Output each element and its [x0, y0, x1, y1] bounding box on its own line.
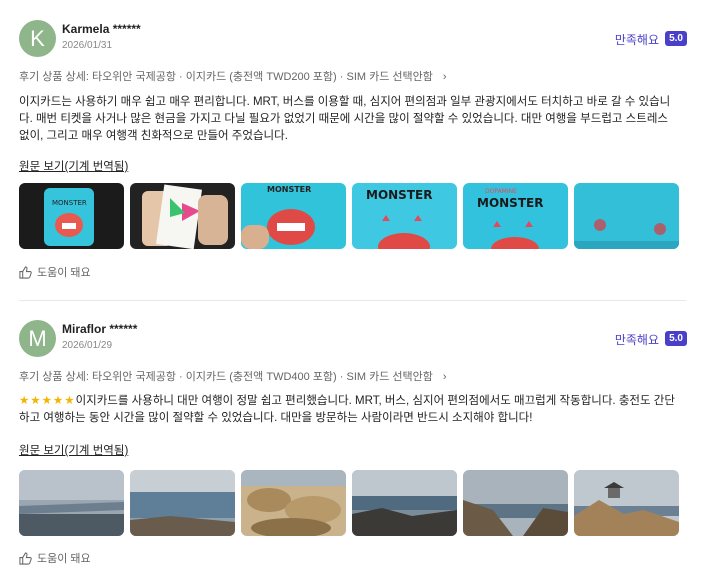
dopamine-monster-photo[interactable]: DOPAMINE MONSTER [463, 183, 568, 249]
rating-score-badge: 5.0 [665, 31, 687, 46]
sea-cliff-photo[interactable] [463, 470, 568, 536]
product-detail-text: 후기 상품 상세: 타오위안 국제공항 · 이지카드 (충전액 TWD400 포… [19, 371, 433, 383]
star-rating-icons: ★★★★★ [19, 395, 76, 407]
blurred-card-photo[interactable] [574, 183, 679, 249]
chevron-right-icon: › [442, 71, 447, 83]
rating-score-badge: 5.0 [665, 331, 687, 346]
helpful-label: 도움이 돼요 [37, 267, 91, 279]
product-detail-text: 후기 상품 상세: 타오위안 국제공항 · 이지카드 (충전액 TWD200 포… [19, 71, 433, 83]
reviewer-name: Karmela ****** [62, 22, 141, 36]
helpful-button[interactable]: 도움이 돼요 [19, 264, 91, 280]
view-original-link[interactable]: 원문 보기(기계 번역됨) [19, 442, 128, 458]
monster-card-closeup-photo[interactable]: MONSTER [241, 183, 346, 249]
coast-photo-2[interactable] [130, 470, 235, 536]
review-card: M Miraflor ****** 2026/01/29 만족해요 5.0 후기… [0, 300, 718, 576]
rocky-shore-photo[interactable] [352, 470, 457, 536]
rock-formation-photo[interactable] [241, 470, 346, 536]
thumbs-up-icon [19, 265, 32, 279]
rating-label: 만족해요 [614, 333, 659, 347]
svg-text:MONSTER: MONSTER [477, 196, 543, 210]
reviewer-name: Miraflor ****** [62, 322, 138, 336]
pavilion-cliff-photo[interactable] [574, 470, 679, 536]
photo-gallery: MONSTER MONSTER MONSTER DOPAMINE MONSTER [19, 183, 679, 249]
avatar: M [19, 320, 56, 357]
svg-text:MONSTER: MONSTER [267, 185, 311, 194]
review-date: 2026/01/29 [62, 340, 113, 351]
review-date: 2026/01/31 [62, 40, 113, 51]
product-detail-link[interactable]: 후기 상품 상세: 타오위안 국제공항 · 이지카드 (충전액 TWD200 포… [19, 68, 447, 84]
review-text: ★★★★★이지카드를 사용하니 대만 여행이 정말 쉽고 편리했습니다. MRT… [19, 393, 681, 427]
monster-card-photo[interactable]: MONSTER [19, 183, 124, 249]
view-original-link[interactable]: 원문 보기(기계 번역됨) [19, 158, 128, 174]
card-in-hand-photo[interactable] [130, 183, 235, 249]
review-body: 이지카드를 사용하니 대만 여행이 정말 쉽고 편리했습니다. MRT, 버스,… [19, 395, 675, 424]
helpful-button[interactable]: 도움이 돼요 [19, 550, 91, 566]
helpful-label: 도움이 돼요 [37, 553, 91, 565]
avatar: K [19, 20, 56, 57]
review-card: K Karmela ****** 2026/01/31 만족해요 5.0 후기 … [0, 0, 718, 301]
coast-photo-1[interactable] [19, 470, 124, 536]
thumbs-up-icon [19, 551, 32, 565]
photo-gallery [19, 470, 679, 536]
monster-title-photo[interactable]: MONSTER [352, 183, 457, 249]
rating-label: 만족해요 [614, 33, 659, 47]
chevron-right-icon: › [442, 371, 447, 383]
review-text: 이지카드는 사용하기 매우 쉽고 매우 편리합니다. MRT, 버스를 이용할 … [19, 96, 671, 142]
svg-text:MONSTER: MONSTER [366, 188, 432, 202]
svg-text:MONSTER: MONSTER [52, 199, 87, 207]
svg-text:DOPAMINE: DOPAMINE [485, 188, 517, 195]
product-detail-link[interactable]: 후기 상품 상세: 타오위안 국제공항 · 이지카드 (충전액 TWD400 포… [19, 368, 447, 384]
